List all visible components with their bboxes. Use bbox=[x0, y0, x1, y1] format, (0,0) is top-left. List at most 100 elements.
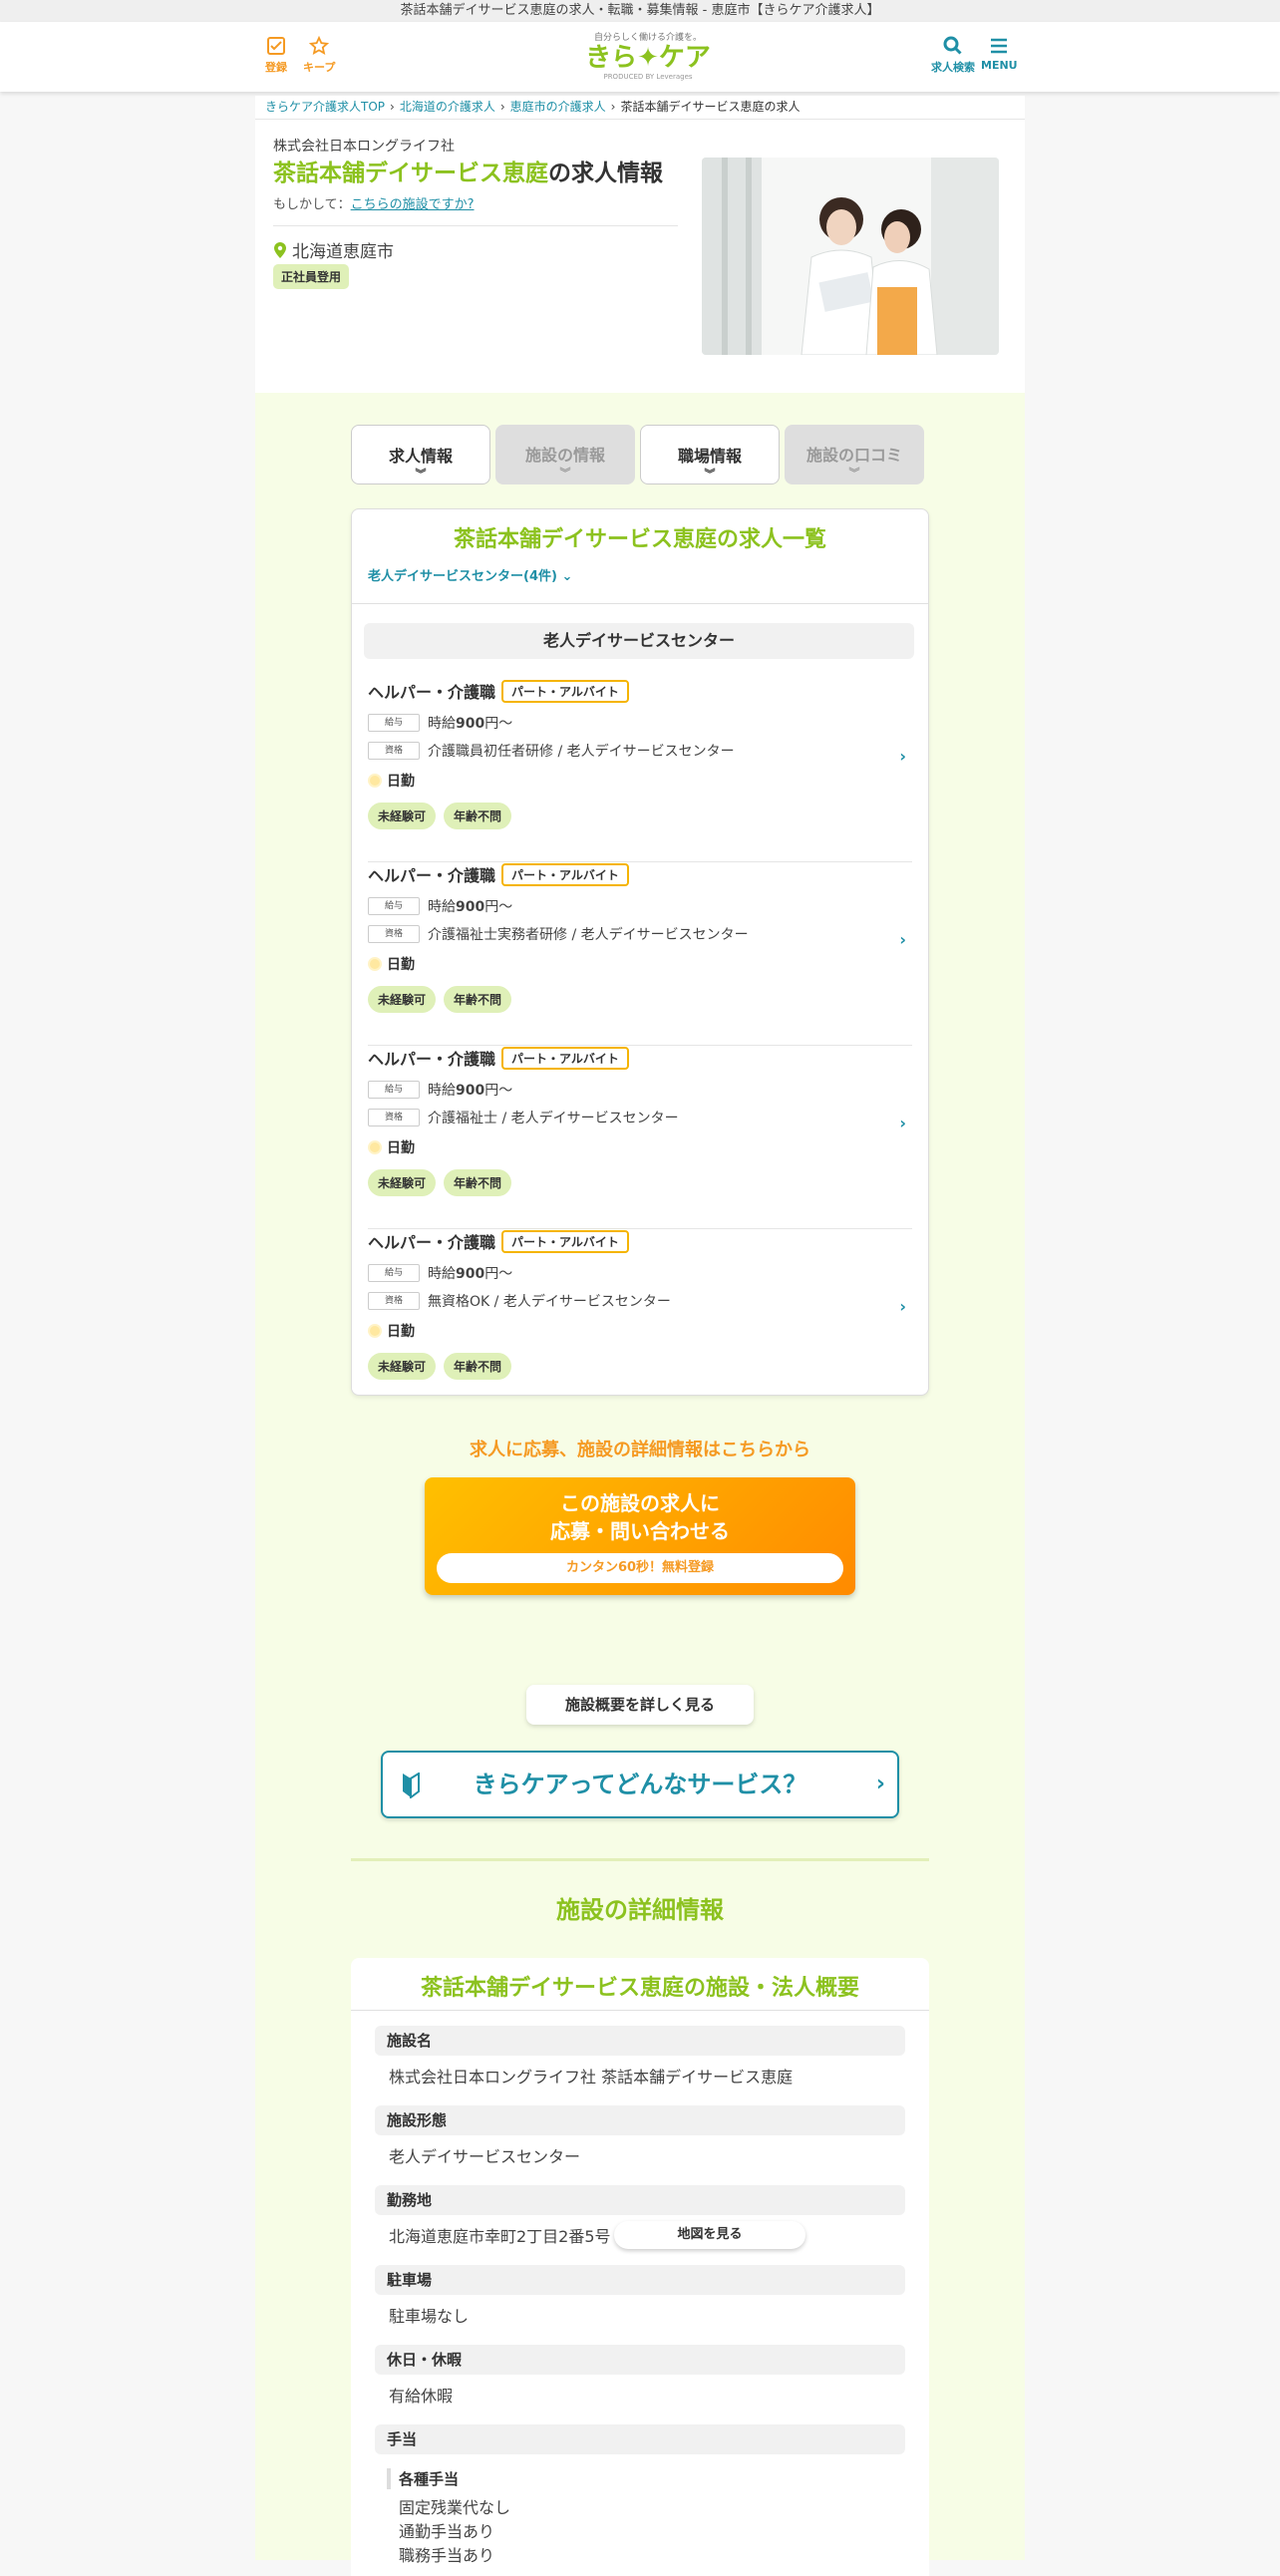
main-content: 求人情報 ︾ 施設の情報 ︾ 職場情報 ︾ 施設の口コミ ︾ 茶話本舗デイサービス恵庭の… bbox=[255, 393, 1025, 2576]
facility-overview-card: 茶話本舗デイサービス恵庭の施設・法人概要 施設名 株式会社日本ロングライフ社 茶… bbox=[351, 1958, 929, 2576]
job-title-text: ヘルパー・介護職 bbox=[368, 1233, 496, 1252]
salary-prefix: 時給 bbox=[428, 899, 456, 915]
job-title-text: ヘルパー・介護職 bbox=[368, 1050, 496, 1069]
salary-prefix: 時給 bbox=[428, 1266, 456, 1282]
job-search-button[interactable]: 求人検索 bbox=[931, 36, 975, 75]
view-map-button[interactable]: 地図を見る bbox=[614, 2221, 805, 2249]
facility-overview-button[interactable]: 施設概要を詳しく見る bbox=[526, 1685, 754, 1725]
maybe-link[interactable]: こちらの施設ですか? bbox=[351, 197, 475, 212]
menu-label: MENU bbox=[981, 59, 1018, 72]
site-logo[interactable]: 自分らしく働ける介護を。 きら✦ケア PRODUCED BY Leverages bbox=[558, 30, 738, 81]
detail-value-address: 北海道恵庭市幸町2丁目2番5号 bbox=[389, 2227, 611, 2246]
tab-reviews[interactable]: 施設の口コミ ︾ bbox=[785, 425, 924, 484]
detail-label-address: 勤務地 bbox=[375, 2185, 905, 2215]
sun-icon bbox=[368, 957, 382, 971]
salary-row: 給与 時給900円〜 bbox=[368, 1263, 512, 1283]
job-list-card: 茶話本舗デイサービス恵庭の求人一覧 老人デイサービスセンター(4件) ⌄ 老人デ… bbox=[351, 508, 929, 1396]
sun-icon bbox=[368, 1140, 382, 1154]
shift-text: 日勤 bbox=[387, 774, 415, 790]
allowance-heading: 各種手当 bbox=[387, 2468, 459, 2489]
divider bbox=[351, 1858, 929, 1861]
register-button[interactable]: 登録 bbox=[265, 36, 287, 75]
shift-text: 日勤 bbox=[387, 957, 415, 973]
facility-photo bbox=[702, 158, 999, 355]
job-category-filter[interactable]: 老人デイサービスセンター(4件) ⌄ bbox=[368, 565, 572, 584]
apply-sub-label: カンタン60秒！無料登録 bbox=[437, 1553, 843, 1583]
breadcrumb-prefecture[interactable]: 北海道の介護求人 bbox=[400, 100, 495, 114]
qualification-tag: 資格 bbox=[368, 1109, 420, 1127]
tab-job-info[interactable]: 求人情報 ︾ bbox=[351, 425, 490, 484]
qualification-row: 資格 介護福祉士 / 老人デイサービスセンター bbox=[368, 1108, 679, 1127]
salary-row: 給与 時給900円〜 bbox=[368, 1080, 512, 1100]
corporation-name: 株式会社日本ロングライフ社 bbox=[273, 139, 455, 155]
job-title: ヘルパー・介護職 パート・アルバイト bbox=[368, 862, 629, 886]
salary-prefix: 時給 bbox=[428, 716, 456, 732]
salary-prefix: 時給 bbox=[428, 1083, 456, 1099]
site-header: 登録 キープ 自分らしく働ける介護を。 きら✦ケア PRODUCED BY Le… bbox=[0, 22, 1280, 92]
detail-value-parking: 駐車場なし bbox=[389, 2307, 470, 2326]
chevron-down-icon: ︾ bbox=[559, 467, 571, 480]
tab-label: 求人情報 bbox=[388, 447, 453, 466]
maybe-prefix: もしかして： bbox=[273, 197, 351, 212]
allowance-item: 職務手当あり bbox=[399, 2546, 495, 2565]
qualification-text: 介護福祉士実務者研修 / 老人デイサービスセンター bbox=[428, 927, 749, 943]
divider bbox=[351, 2010, 929, 2011]
qualification-text: 無資格OK / 老人デイサービスセンター bbox=[428, 1294, 671, 1310]
apply-button[interactable]: この施設の求人に 応募・問い合わせる カンタン60秒！無料登録 bbox=[425, 1477, 855, 1595]
service-intro-button[interactable]: きらケアってどんなサービス？ › bbox=[381, 1751, 899, 1818]
employment-badge: 正社員登用 bbox=[273, 264, 350, 289]
allowance-item: 固定残業代なし bbox=[399, 2498, 511, 2517]
detail-label-type: 施設形態 bbox=[375, 2105, 905, 2135]
menu-button[interactable]: MENU bbox=[981, 36, 1018, 72]
salary-suffix: 円〜 bbox=[484, 899, 513, 915]
chevron-right-icon: › bbox=[899, 1297, 906, 1316]
filter-label: 老人デイサービスセンター(4件) bbox=[368, 569, 557, 584]
feature-tag: 未経験可 bbox=[368, 986, 437, 1013]
job-title: ヘルパー・介護職 パート・アルバイト bbox=[368, 1046, 629, 1070]
apply-line-2: 応募・問い合わせる bbox=[550, 1519, 730, 1543]
breadcrumb-current: 茶話本舗デイサービス恵庭の求人 bbox=[620, 100, 800, 114]
tab-workplace-info[interactable]: 職場情報 ︾ bbox=[640, 425, 780, 484]
job-item[interactable]: ヘルパー・介護職 パート・アルバイト 給与 時給900円〜 資格 介護職員初任者研修 … bbox=[368, 679, 912, 862]
details-section-title: 施設の詳細情報 bbox=[556, 1896, 724, 1924]
salary-suffix: 円〜 bbox=[484, 716, 513, 732]
service-intro-label: きらケアってどんなサービス？ bbox=[473, 1771, 807, 1798]
job-title: ヘルパー・介護職 パート・アルバイト bbox=[368, 1229, 629, 1253]
shift-text: 日勤 bbox=[387, 1324, 415, 1340]
job-item[interactable]: ヘルパー・介護職 パート・アルバイト 給与 時給900円〜 資格 介護福祉士 / 老人… bbox=[368, 1046, 912, 1229]
qualification-row: 資格 無資格OK / 老人デイサービスセンター bbox=[368, 1291, 671, 1311]
tab-label: 施設の口コミ bbox=[805, 446, 902, 465]
job-item[interactable]: ヘルパー・介護職 パート・アルバイト 給与 時給900円〜 資格 無資格OK / 老人… bbox=[368, 1229, 912, 1413]
sun-icon bbox=[368, 1324, 382, 1338]
tab-label: 職場情報 bbox=[677, 447, 742, 466]
job-item[interactable]: ヘルパー・介護職 パート・アルバイト 給与 時給900円〜 資格 介護福祉士実務者研修… bbox=[368, 862, 912, 1046]
feature-tag: 未経験可 bbox=[368, 1353, 437, 1380]
facility-name: 茶話本舗デイサービス恵庭の求人情報 bbox=[273, 154, 663, 187]
salary-amount: 900 bbox=[456, 899, 485, 915]
breadcrumb-top[interactable]: きらケア介護求人TOP bbox=[265, 100, 385, 114]
divider bbox=[352, 603, 928, 604]
detail-label-holidays: 休日・休暇 bbox=[375, 2345, 905, 2375]
location-text: 北海道恵庭市 bbox=[292, 242, 394, 262]
star-icon bbox=[309, 36, 330, 55]
breadcrumb-city[interactable]: 恵庭市の介護求人 bbox=[510, 100, 606, 114]
feature-tag: 未経験可 bbox=[368, 1169, 437, 1196]
qualification-row: 資格 介護福祉士実務者研修 / 老人デイサービスセンター bbox=[368, 924, 749, 944]
employment-type-tag: パート・アルバイト bbox=[501, 862, 629, 886]
feature-tag: 年齢不問 bbox=[444, 803, 512, 829]
search-icon bbox=[943, 36, 962, 55]
qualification-text: 介護福祉士 / 老人デイサービスセンター bbox=[428, 1111, 679, 1127]
salary-suffix: 円〜 bbox=[484, 1083, 513, 1099]
page-title-bar: 茶話本舗デイサービス恵庭の求人・転職・募集情報 - 恵庭市【きらケア介護求人】 bbox=[0, 0, 1280, 22]
chevron-down-icon: ︾ bbox=[415, 468, 427, 481]
job-category-header: 老人デイサービスセンター bbox=[364, 623, 914, 659]
sun-icon bbox=[368, 774, 382, 788]
chevron-down-icon: ⌄ bbox=[561, 569, 573, 584]
overview-title: 茶話本舗デイサービス恵庭の施設・法人概要 bbox=[420, 1976, 859, 2001]
tab-facility-info[interactable]: 施設の情報 ︾ bbox=[495, 425, 635, 484]
chevron-down-icon: ︾ bbox=[848, 467, 860, 480]
employment-type-tag: パート・アルバイト bbox=[501, 679, 629, 703]
job-title: ヘルパー・介護職 パート・アルバイト bbox=[368, 679, 629, 703]
keep-button[interactable]: キープ bbox=[303, 36, 335, 75]
facility-location: 北海道恵庭市 bbox=[273, 237, 394, 262]
